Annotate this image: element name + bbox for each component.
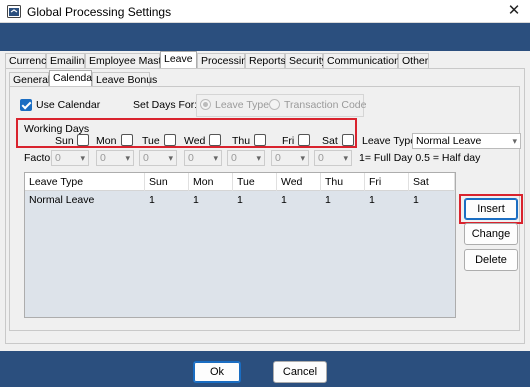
table-cell: 1 — [193, 194, 199, 206]
column-header-mon[interactable]: Mon — [189, 173, 233, 191]
leave-type-radio-label: Leave Type — [215, 99, 270, 111]
chevron-down-icon: ▾ — [213, 153, 218, 163]
transaction-code-radio[interactable] — [269, 99, 280, 110]
leave-type-radio[interactable] — [200, 99, 211, 110]
column-header-fri[interactable]: Fri — [365, 173, 409, 191]
factor-value: 0 — [188, 152, 194, 164]
factor-dropdown-wed[interactable]: 0 ▾ — [184, 150, 222, 166]
factor-dropdown-mon[interactable]: 0 ▾ — [96, 150, 134, 166]
chevron-down-icon: ▾ — [125, 153, 130, 163]
working-days-highlight — [16, 118, 357, 148]
tab-processing[interactable]: Processing — [197, 53, 253, 69]
table-cell: 1 — [149, 194, 155, 206]
table-cell: 1 — [325, 194, 331, 206]
leave-type-label: Leave Type: — [362, 135, 420, 147]
factor-hint: 1= Full Day 0.5 = Half day — [359, 152, 481, 164]
tab-communications[interactable]: Communications — [323, 53, 405, 69]
table-cell: 1 — [237, 194, 243, 206]
factor-dropdown-thu[interactable]: 0 ▾ — [227, 150, 265, 166]
main-tab-strip: Currency Emailing Employee Master Leave Proc… — [5, 51, 525, 69]
table-cell: 1 — [369, 194, 375, 206]
tab-reports[interactable]: Reports — [245, 53, 286, 69]
tab-employee-master[interactable]: Employee Master — [85, 53, 171, 69]
window-title: Global Processing Settings — [27, 5, 172, 19]
table-cell: Normal Leave — [29, 194, 95, 206]
title-bar: Global Processing Settings ✕ — [0, 0, 530, 23]
chevron-down-icon: ▾ — [80, 153, 85, 163]
header-band — [0, 23, 530, 51]
factor-value: 0 — [275, 152, 281, 164]
column-header-thu[interactable]: Thu — [321, 173, 365, 191]
set-days-label: Set Days For: — [133, 99, 198, 111]
chevron-down-icon: ▾ — [512, 136, 517, 146]
tab-leave[interactable]: Leave — [160, 51, 197, 69]
insert-highlight — [459, 194, 523, 224]
column-header-tue[interactable]: Tue — [233, 173, 277, 191]
tab-emailing[interactable]: Emailing — [46, 53, 90, 69]
factor-dropdown-sun[interactable]: 0 ▾ — [51, 150, 89, 166]
delete-button[interactable]: Delete — [464, 249, 518, 271]
use-calendar-checkbox[interactable] — [20, 99, 32, 111]
leave-type-dropdown[interactable]: Normal Leave ▾ — [412, 133, 521, 149]
column-header-leave-type[interactable]: Leave Type — [25, 173, 145, 191]
factor-value: 0 — [231, 152, 237, 164]
table-cell: 1 — [413, 194, 419, 206]
factor-dropdown-sat[interactable]: 0 ▾ — [314, 150, 352, 166]
tab-currency[interactable]: Currency — [5, 53, 52, 69]
column-header-sun[interactable]: Sun — [145, 173, 189, 191]
column-header-wed[interactable]: Wed — [277, 173, 321, 191]
close-icon[interactable]: ✕ — [504, 2, 524, 20]
factor-value: 0 — [100, 152, 106, 164]
tab-other[interactable]: Other — [398, 53, 429, 69]
leave-days-table[interactable]: Leave Type Sun Mon Tue Wed Thu Fri Sat Normal L… — [24, 172, 456, 318]
table-cell: 1 — [281, 194, 287, 206]
chevron-down-icon: ▾ — [168, 153, 173, 163]
change-button[interactable]: Change — [464, 223, 518, 245]
factor-dropdown-tue[interactable]: 0 ▾ — [139, 150, 177, 166]
chevron-down-icon: ▾ — [256, 153, 261, 163]
leave-type-value: Normal Leave — [416, 135, 482, 147]
use-calendar-label: Use Calendar — [36, 99, 101, 111]
ok-button[interactable]: Ok — [193, 361, 241, 383]
transaction-code-radio-label: Transaction Code — [284, 99, 367, 111]
table-header: Leave Type Sun Mon Tue Wed Thu Fri Sat — [25, 173, 455, 191]
settings-app-icon — [7, 5, 21, 18]
footer-band — [0, 351, 530, 387]
column-header-sat[interactable]: Sat — [409, 173, 455, 191]
factor-dropdown-fri[interactable]: 0 ▾ — [271, 150, 309, 166]
chevron-down-icon: ▾ — [300, 153, 305, 163]
chevron-down-icon: ▾ — [343, 153, 348, 163]
factor-value: 0 — [318, 152, 324, 164]
factor-value: 0 — [55, 152, 61, 164]
tab-security[interactable]: Security — [285, 53, 327, 69]
factor-value: 0 — [143, 152, 149, 164]
cancel-button[interactable]: Cancel — [273, 361, 327, 383]
